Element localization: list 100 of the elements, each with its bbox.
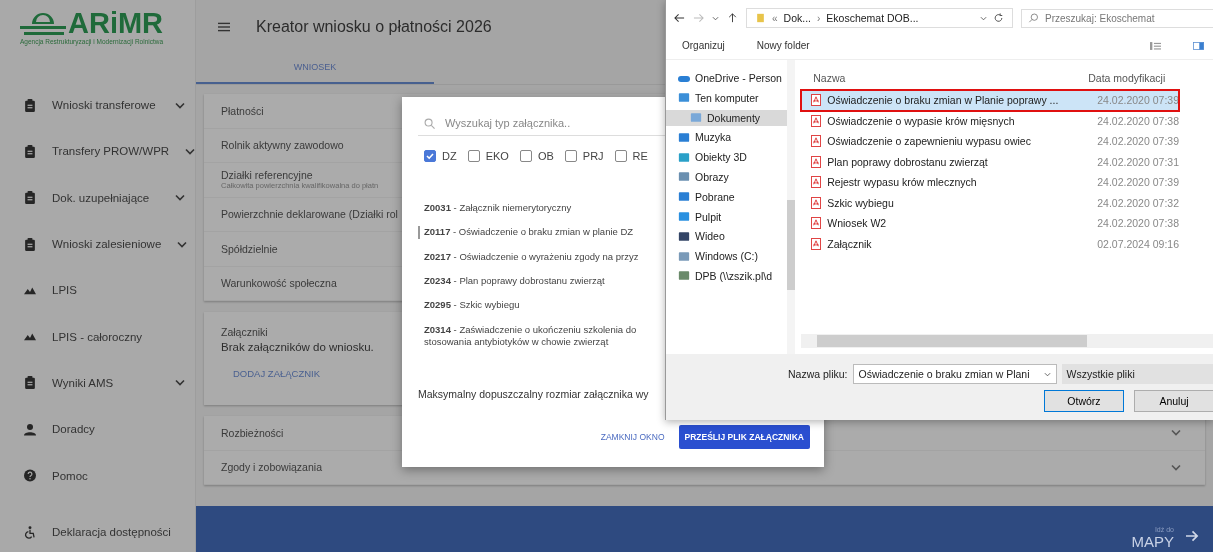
pdf-file-icon [811,237,822,250]
breadcrumb[interactable]: Dok... [783,12,811,24]
folder-icon [678,92,690,104]
search-field[interactable]: Przeszukaj: Ekoschemat [1021,8,1213,28]
sidebar-item[interactable]: LPIS - całoroczny [0,313,195,360]
upload-button[interactable]: PRZEŚLIJ PLIK ZAŁĄCZNIKA [678,425,810,449]
path-separator: › [817,12,821,24]
sidebar-item[interactable]: LPIS [0,267,195,314]
sidebar-item[interactable]: Wnioski zalesieniowe [0,220,195,268]
clipboard-icon [24,98,36,112]
column-header[interactable]: Data modyfikacji [1088,72,1166,84]
breadcrumb[interactable]: Ekoschemat DOB... [826,12,919,24]
pdf-file-icon [811,176,822,189]
file-row[interactable]: Szkic wybiegu 24.02.2020 07:32 [801,192,1213,213]
nav-item[interactable]: Pulpit [666,208,788,225]
caret-icon[interactable] [980,15,987,21]
preview-pane-icon[interactable] [1193,40,1204,51]
clipboard-icon [24,237,36,251]
search-input[interactable]: Przeszukaj: Ekoschemat [1045,12,1165,24]
checkbox[interactable] [614,150,627,162]
search-icon [1028,13,1039,23]
file-name-field[interactable]: Oświadczenie o braku zmian w Plani [852,364,1057,384]
folder-icon [678,171,690,183]
address-bar[interactable]: « Dok... › Ekoschemat DOB... [746,8,1013,28]
file-row[interactable]: Plan poprawy dobrostanu zwierząt 24.02.2020 07:31 [801,151,1213,172]
file-row[interactable]: Oświadczenie o zapewnieniu wypasu owiec 24.02.2020 07:39 [801,131,1213,152]
attachment-type-option[interactable]: Z0314 - Zaświadczenie o ukończeniu szkolenia do stosowania antybiotyków w chowie zwierząt [418,323,654,349]
folder-icon [755,13,766,23]
nav-item[interactable]: Muzyka [666,129,788,146]
clipboard-icon [24,191,36,205]
sidebar-item[interactable]: Transfery PROW/WPR [0,128,195,175]
checkbox[interactable] [519,150,532,162]
nav-item[interactable]: Obiekty 3D [666,149,788,166]
nav-item[interactable]: DPB (\\zszik.pl\d [666,267,788,284]
file-row[interactable]: Załącznik 02.07.2024 09:16 [801,233,1213,254]
toolbar-button[interactable]: Organizuj [682,40,725,51]
sidebar-item[interactable]: Deklaracja dostępności [0,512,195,552]
menu-icon[interactable] [218,22,230,32]
dialog-button[interactable]: Anuluj [1134,390,1213,412]
attachment-type-option[interactable]: Z0031 - Załącznik niemerytoryczny [418,202,654,215]
checkbox-label: EKO [485,150,509,162]
folder-icon [678,151,690,163]
checkbox-label: DZ [442,150,457,162]
chevron-down-icon [1171,463,1181,471]
view-options-icon[interactable] [1150,40,1161,51]
forward-arrow-icon[interactable] [693,13,704,23]
path-overflow-marker[interactable]: « [772,12,778,24]
file-name-label: Nazwa pliku: [788,368,848,380]
refresh-icon[interactable] [993,13,1004,23]
attachment-type-option[interactable]: Z0217 - Oświadczenie o wyrażeniu zgody na przyz [418,250,654,264]
file-row[interactable]: Wniosek W2 24.02.2020 07:38 [801,213,1213,234]
pdf-file-icon [811,155,822,168]
search-icon [424,117,435,129]
nav-item[interactable]: Dokumenty [666,109,788,126]
file-type-dropdown[interactable]: Wszystkie pliki [1061,364,1213,384]
back-arrow-icon[interactable] [674,13,685,23]
checkbox[interactable] [564,150,577,162]
scrollbar[interactable] [801,334,1213,348]
folder-icon [678,230,690,242]
checkbox-label: RE [632,150,648,162]
sidebar-item[interactable]: Pomoc [0,452,195,499]
size-note: Maksymalny dopuszczalny rozmiar załącznika wy [418,387,649,401]
checkbox[interactable] [467,150,480,162]
file-row[interactable]: Oświadczenie o wypasie krów mięsnych 24.02.2020 07:38 [801,110,1213,131]
folder-icon [690,112,702,124]
checkbox[interactable] [424,150,436,162]
attachments-message: Brak załączników do wniosku. [221,341,374,353]
nav-item[interactable]: Ten komputer [666,89,788,106]
checkbox-label: OB [537,150,554,162]
attachment-type-option[interactable]: Z0295 - Szkic wybiegu [418,299,654,312]
caret-icon[interactable] [1043,371,1051,377]
chevron-down-icon [185,147,196,155]
sidebar-item[interactable]: Dok. uzupełniające [0,174,195,221]
nav-item[interactable]: Wideo [666,228,788,245]
clipboard-icon [24,144,36,158]
caret-icon[interactable] [712,15,719,21]
up-arrow-icon[interactable] [727,13,738,23]
sidebar-item[interactable]: Wyniki AMS [0,359,195,407]
page-title: Kreator wniosku o płatności 2026 [256,18,492,36]
column-header[interactable]: Nazwa [813,72,1089,84]
nav-item[interactable]: Obrazy [666,169,788,185]
nav-item[interactable]: Pobrane [666,188,788,205]
attachments-title: Załączniki [221,326,268,338]
pdf-file-icon [811,135,822,148]
nav-item[interactable]: OneDrive - Person [666,70,788,86]
sidebar-item[interactable]: Doradcy [0,406,195,453]
nav-item[interactable]: Windows (C:) [666,248,788,265]
sidebar-item[interactable]: Wnioski transferowe [0,82,195,129]
file-row[interactable]: Oświadczenie o braku zmian w Planie poprawy ... 24.02.2020 07:39 [801,90,1179,111]
scrollbar[interactable] [787,60,796,354]
attachment-type-option[interactable]: Z0234 - Plan poprawy dobrostanu zwierząt [418,275,654,288]
close-button[interactable]: ZAMKNIJ OKNO [594,425,671,449]
accessibility-icon [24,525,36,539]
toolbar-button[interactable]: Nowy folder [756,40,810,51]
attachment-type-option[interactable]: Z0117 - Oświadczenie o braku zmian w planie DZ [418,226,654,239]
chevron-down-icon [177,240,188,248]
pdf-file-icon [811,94,822,107]
folder-icon [678,270,690,282]
file-row[interactable]: Rejestr wypasu krów mlecznych 24.02.2020 07:39 [801,172,1213,193]
dialog-button[interactable]: Otwórz [1044,390,1124,412]
